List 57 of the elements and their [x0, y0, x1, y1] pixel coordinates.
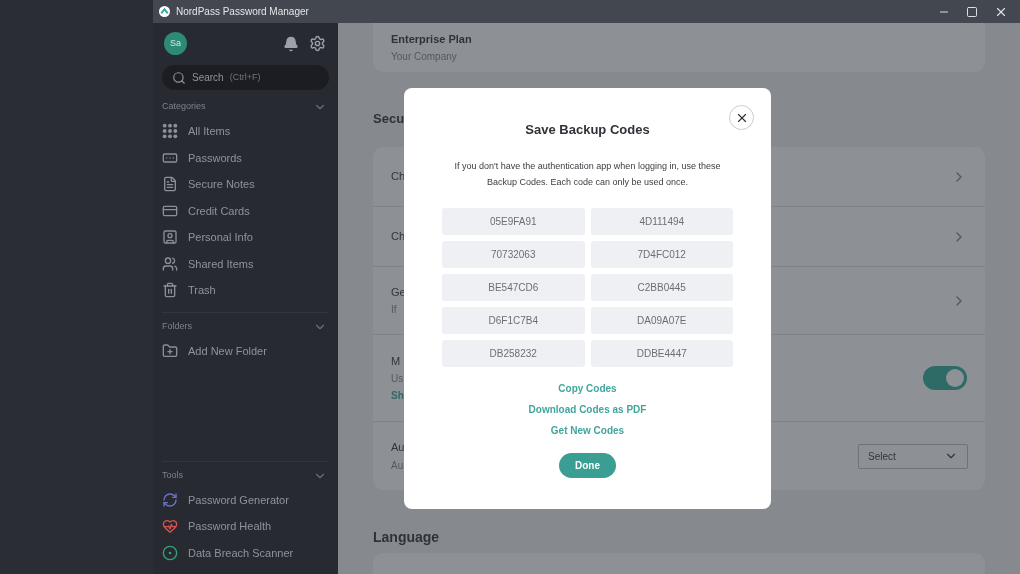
- setting-title: M: [391, 353, 402, 369]
- section-heading: Language: [373, 528, 440, 547]
- settings-icon[interactable]: [309, 35, 326, 52]
- trash-icon: [162, 282, 178, 299]
- dialog-description: If you don't have the authentication app when logging in, use these Backup Codes. Each code can only be used once.: [453, 159, 722, 189]
- avatar[interactable]: Sa: [164, 32, 187, 55]
- backup-code: C2BB0445: [590, 273, 733, 301]
- backup-code: 7D4FC012: [590, 240, 733, 268]
- search-field[interactable]: Search (Ctrl+F): [162, 65, 329, 90]
- sidebar-item[interactable]: Add New Folder: [188, 342, 267, 359]
- section-heading: Folders: [162, 319, 192, 333]
- backup-code: 05E9FA91: [442, 207, 585, 235]
- backup-code: DB258232: [442, 339, 585, 367]
- setting-title: Au: [391, 440, 405, 456]
- window-title: NordPass Password Manager: [176, 5, 309, 19]
- sidebar-item[interactable]: Personal Info: [188, 229, 253, 246]
- sidebar-item[interactable]: Passwords: [188, 149, 242, 166]
- section-heading: Tools: [162, 468, 183, 482]
- folder-plus-icon: [162, 342, 178, 359]
- backup-code: 4D111494: [590, 207, 733, 235]
- sidebar-item[interactable]: Trash: [188, 282, 216, 299]
- done-button[interactable]: Done: [559, 452, 616, 478]
- dialog-link[interactable]: Download Codes as PDF: [528, 401, 647, 417]
- backup-code: DA09A07E: [590, 306, 733, 334]
- setting-title: Ch: [391, 169, 406, 185]
- section-heading: Categories: [162, 100, 206, 114]
- heart-pulse-icon: [162, 518, 178, 535]
- setting-description: Au: [391, 458, 405, 473]
- dialog-link[interactable]: Copy Codes: [558, 380, 617, 396]
- select-dropdown[interactable]: Select: [858, 443, 968, 469]
- refresh-icon: [162, 491, 178, 508]
- backup-code: D6F1C7B4: [442, 306, 585, 334]
- sidebar-item[interactable]: All Items: [188, 123, 231, 140]
- app-logo-icon: [159, 6, 170, 17]
- sidebar-item[interactable]: Password Generator: [188, 491, 289, 508]
- people-icon: [162, 255, 178, 272]
- backup-code: DDBE4447: [590, 339, 733, 367]
- target-icon: [162, 544, 178, 561]
- plan-title: Enterprise Plan: [391, 31, 473, 47]
- dialog-title: Save Backup Codes: [525, 121, 650, 139]
- dialog-link[interactable]: Get New Codes: [550, 422, 625, 438]
- maximize-icon[interactable]: [966, 5, 978, 18]
- backup-code: 70732063: [442, 240, 585, 268]
- sidebar-item[interactable]: Credit Cards: [188, 202, 250, 219]
- sidebar-item[interactable]: Password Health: [188, 518, 272, 535]
- search-icon: [172, 70, 186, 85]
- setting-title: Ch: [391, 229, 406, 245]
- grid-dots-icon: [162, 123, 178, 140]
- sidebar-item[interactable]: Shared Items: [188, 255, 254, 272]
- toggle-switch[interactable]: [923, 366, 967, 390]
- contact-card-icon: [162, 229, 178, 246]
- section-heading: Secu: [373, 110, 405, 128]
- sidebar-item[interactable]: Secure Notes: [188, 176, 255, 193]
- sidebar-item[interactable]: Data Breach Scanner: [188, 544, 294, 561]
- backup-code: BE547CD6: [442, 273, 585, 301]
- document-icon: [162, 176, 178, 193]
- bell-icon[interactable]: [283, 35, 299, 52]
